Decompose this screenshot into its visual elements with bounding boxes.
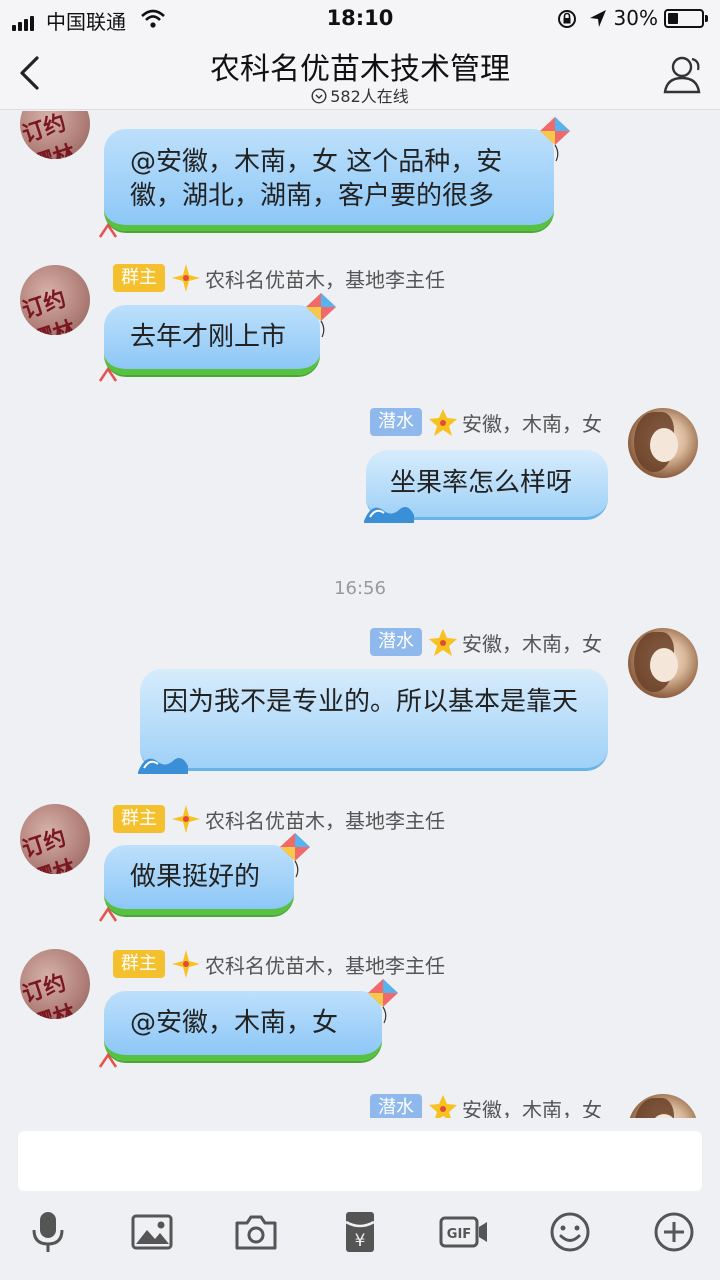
- camera-icon[interactable]: [232, 1208, 280, 1256]
- chat-header: 农科名优苗木技术管理 582人在线: [0, 38, 720, 110]
- timestamp: 16:56: [334, 578, 386, 599]
- sender-meta: 群主 农科名优苗木，基地李主任: [113, 804, 445, 834]
- sender-meta: 群主 农科名优苗木，基地李主任: [113, 949, 445, 979]
- star-icon: [172, 264, 200, 292]
- online-count-label: 582人在线: [330, 87, 409, 106]
- avatar-text: 订约樱林: [20, 969, 79, 1019]
- microphone-icon[interactable]: [24, 1208, 72, 1256]
- sprout-icon: [98, 906, 118, 922]
- red-packet-icon[interactable]: ¥: [336, 1208, 384, 1256]
- sender-name[interactable]: 农科名优苗木，基地李主任: [205, 950, 445, 979]
- gif-label: GIF: [447, 1227, 471, 1242]
- battery-percent: 30%: [613, 6, 658, 30]
- sender-meta: 潜水 安徽，木南，女: [370, 627, 602, 657]
- avatar[interactable]: [628, 1094, 698, 1118]
- kite-icon: [540, 117, 570, 162]
- status-time: 18:10: [326, 6, 394, 30]
- sender-meta: 群主 农科名优苗木，基地李主任: [113, 263, 445, 293]
- gif-icon[interactable]: GIF: [438, 1208, 490, 1256]
- message-bubble[interactable]: 坐果率怎么样呀: [364, 450, 608, 523]
- emoji-icon[interactable]: [546, 1208, 594, 1256]
- diver-badge: 潜水: [370, 628, 422, 656]
- sender-name[interactable]: 农科名优苗木，基地李主任: [205, 805, 445, 834]
- message-text: 做果挺好的: [130, 862, 261, 892]
- message-text: @安徽，木南，女: [130, 1008, 339, 1038]
- kite-icon: [368, 979, 398, 1024]
- message-text: 因为我不是专业的。所以基本是靠天: [162, 687, 579, 717]
- message-bubble[interactable]: @安徽，木南，女 这个品种，安徽，湖北，湖南，客户要的很多: [98, 117, 570, 238]
- sprout-icon: [98, 1052, 118, 1068]
- sprout-icon: [98, 366, 118, 382]
- plus-icon[interactable]: [650, 1208, 698, 1256]
- star-icon: [429, 629, 457, 656]
- star-icon: [429, 409, 457, 436]
- group-title[interactable]: 农科名优苗木技术管理: [0, 44, 720, 88]
- avatar-text: 订约樱林: [20, 285, 79, 335]
- battery-icon: [664, 9, 708, 28]
- message-bubble[interactable]: 因为我不是专业的。所以基本是靠天: [138, 669, 608, 774]
- message-bubble[interactable]: @安徽，木南，女: [98, 979, 398, 1068]
- online-count[interactable]: 582人在线: [0, 83, 720, 107]
- sender-name[interactable]: 安徽，木南，女: [462, 628, 602, 657]
- message-text: @安徽，木南，女 这个品种，安徽，湖北，湖南，客户要的很多: [130, 147, 503, 211]
- kite-icon: [280, 833, 310, 878]
- avatar[interactable]: 订约樱林: [20, 949, 90, 1019]
- message-bubble[interactable]: 去年才刚上市: [98, 293, 336, 382]
- message-text: 坐果率怎么样呀: [390, 468, 573, 498]
- avatar-text: 订约樱林: [20, 824, 79, 874]
- wave-icon: [138, 758, 188, 774]
- sender-name[interactable]: 安徽，木南，女: [462, 1094, 602, 1119]
- sprout-icon: [98, 222, 118, 238]
- owner-badge: 群主: [113, 805, 165, 833]
- avatar[interactable]: [628, 628, 698, 698]
- group-members-icon[interactable]: [660, 52, 706, 96]
- diver-badge: 潜水: [370, 1094, 422, 1118]
- kite-icon: [306, 293, 336, 338]
- owner-badge: 群主: [113, 264, 165, 292]
- sender-meta: 潜水 安徽，木南，女: [370, 1093, 602, 1118]
- sender-name[interactable]: 农科名优苗木，基地李主任: [205, 264, 445, 293]
- sender-meta: 潜水 安徽，木南，女: [370, 407, 602, 437]
- diver-badge: 潜水: [370, 408, 422, 436]
- avatar-text: 订约樱林: [20, 111, 79, 159]
- wave-icon: [364, 507, 414, 523]
- star-icon: [172, 805, 200, 833]
- message-text: 去年才刚上市: [130, 322, 287, 352]
- avatar[interactable]: 订约樱林: [20, 804, 90, 874]
- yen-label: ¥: [355, 1231, 366, 1251]
- location-icon: [590, 10, 606, 27]
- message-bubble[interactable]: 做果挺好的: [98, 833, 310, 922]
- message-list[interactable]: 订约樱林 @安徽，木南，女 这个品种，安徽，湖北，湖南，客户要的很多 订约樱林 …: [0, 111, 720, 1118]
- avatar[interactable]: [628, 408, 698, 478]
- chevron-down-circle-icon: [311, 88, 327, 104]
- sender-name[interactable]: 安徽，木南，女: [462, 408, 602, 437]
- message-input[interactable]: [18, 1131, 702, 1191]
- avatar[interactable]: 订约樱林: [20, 265, 90, 335]
- star-icon: [172, 950, 200, 978]
- status-bar: 中国联通 18:10 30%: [0, 0, 720, 38]
- owner-badge: 群主: [113, 950, 165, 978]
- star-icon: [429, 1095, 457, 1118]
- rotation-lock-icon: [558, 10, 576, 28]
- toolbar: ¥ GIF: [0, 1208, 720, 1268]
- input-bar: ¥ GIF: [0, 1118, 720, 1280]
- image-icon[interactable]: [128, 1208, 176, 1256]
- avatar[interactable]: 订约樱林: [20, 111, 90, 159]
